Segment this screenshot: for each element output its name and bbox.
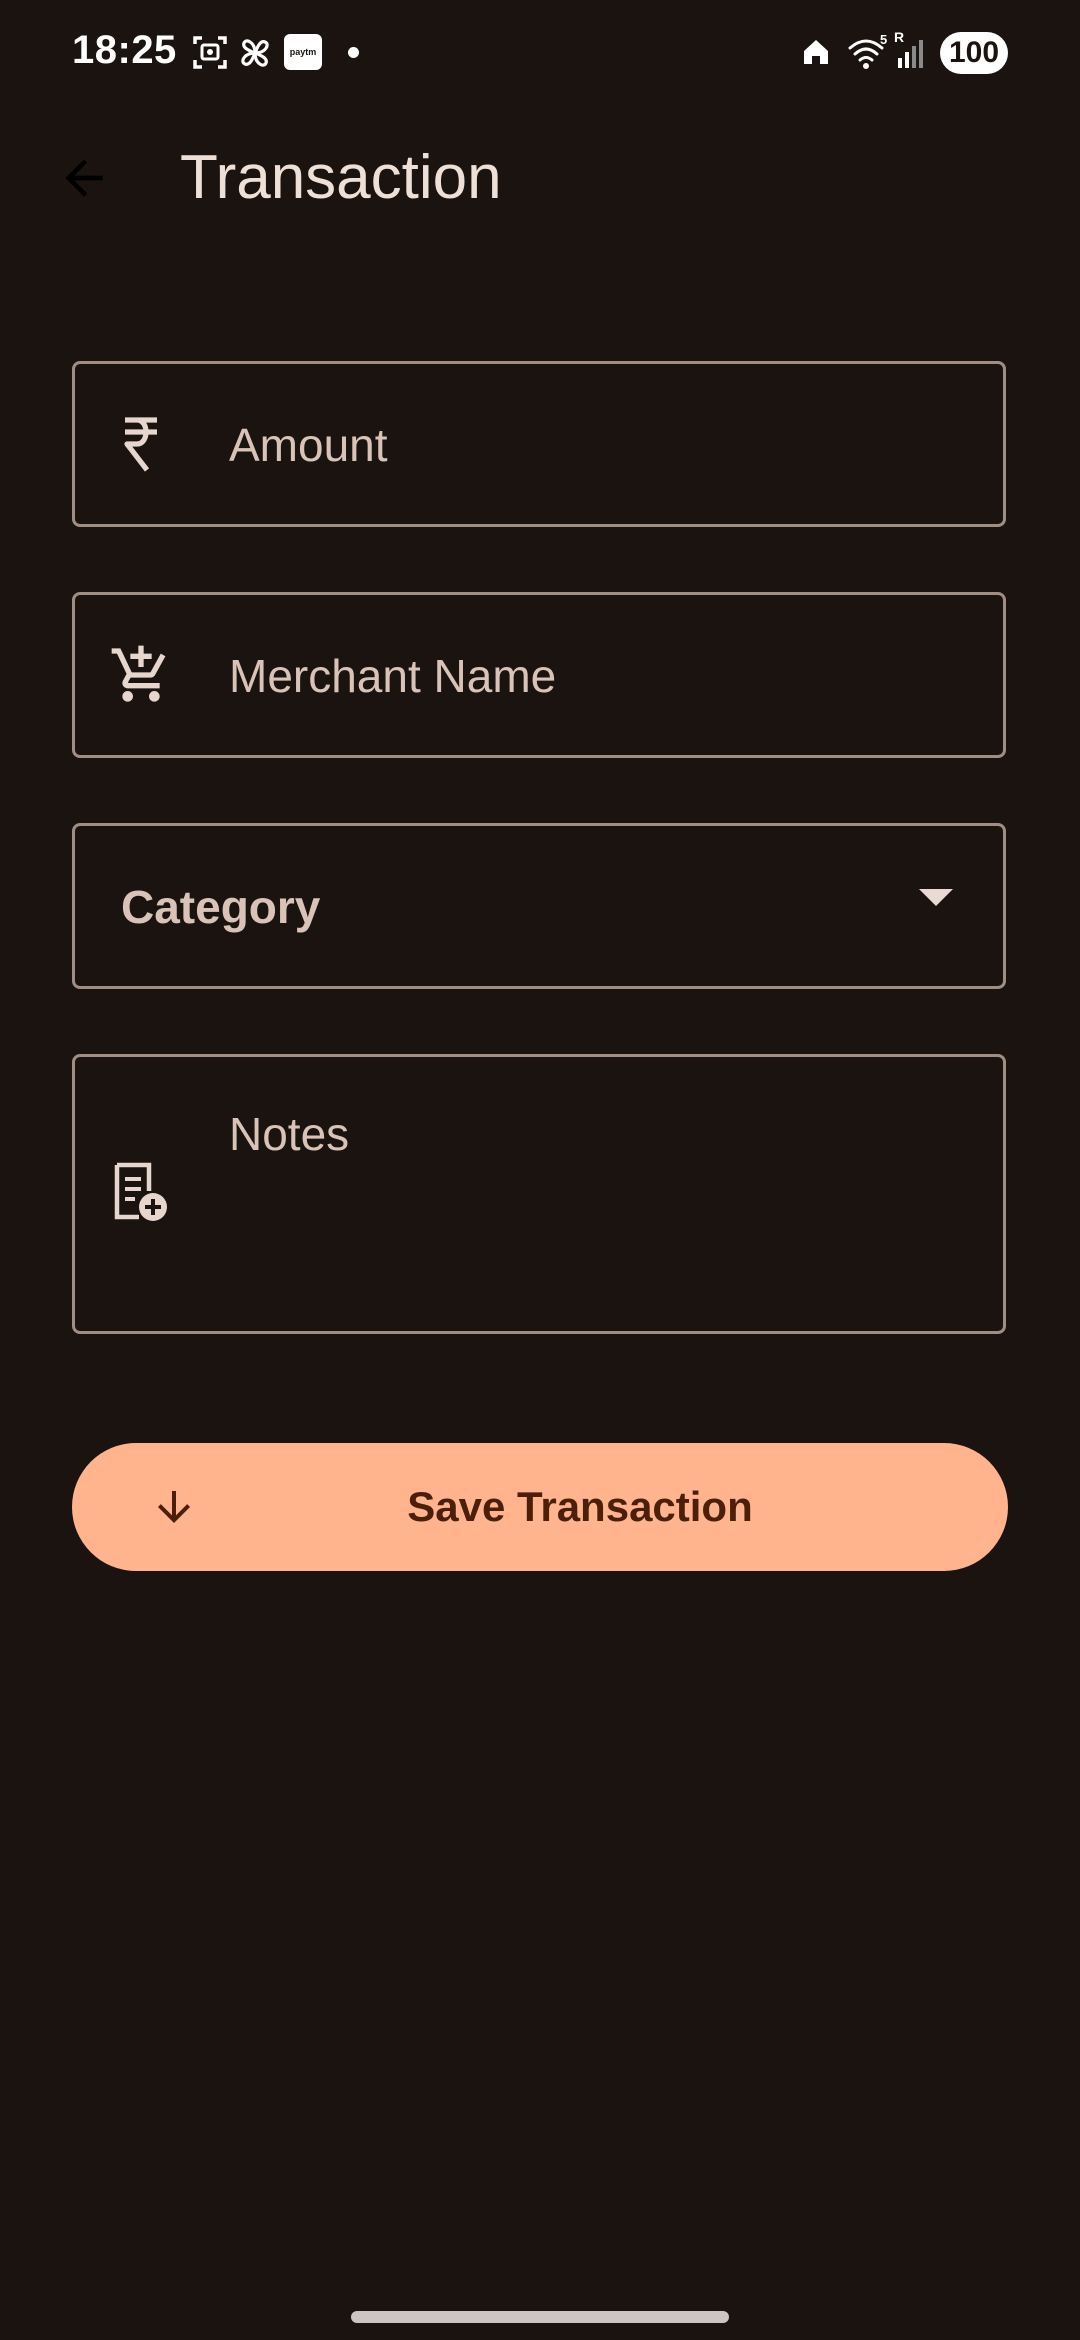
wifi-icon: 5 <box>848 32 887 69</box>
home-indicator[interactable] <box>351 2311 729 2323</box>
note-add-icon <box>109 1161 173 1225</box>
merchant-name-field[interactable]: Merchant Name <box>72 592 1006 758</box>
signal-icon: R <box>894 30 923 68</box>
page-title: Transaction <box>180 143 502 212</box>
battery-indicator: 100 <box>940 32 1008 74</box>
screenshot-icon <box>193 36 227 69</box>
paytm-icon: paytm <box>284 34 322 70</box>
notification-dot-icon <box>348 47 359 58</box>
arrow-back-icon <box>65 159 103 197</box>
notes-label: Notes <box>229 1108 350 1160</box>
save-transaction-label: Save Transaction <box>407 1483 753 1530</box>
wifi-label: 5 <box>880 32 887 47</box>
status-time: 18:25 <box>72 28 177 72</box>
home-icon <box>804 40 828 64</box>
merchant-name-label: Merchant Name <box>229 650 557 702</box>
back-button[interactable] <box>48 142 120 214</box>
amount-field[interactable]: Amount <box>72 361 1006 527</box>
category-label: Category <box>121 881 321 933</box>
dropdown-arrow-icon[interactable] <box>919 889 953 906</box>
category-dropdown[interactable]: Category <box>72 823 1006 989</box>
pinwheel-icon <box>241 39 269 67</box>
status-bar: 18:25 paytm 5 R 100 <box>0 0 1080 110</box>
amount-label: Amount <box>229 419 388 471</box>
rupee-icon <box>109 412 173 476</box>
save-transaction-button[interactable]: Save Transaction <box>72 1443 1008 1571</box>
notes-field[interactable]: Notes <box>72 1054 1006 1334</box>
add-shopping-cart-icon <box>109 643 173 707</box>
signal-label: R <box>894 30 904 45</box>
